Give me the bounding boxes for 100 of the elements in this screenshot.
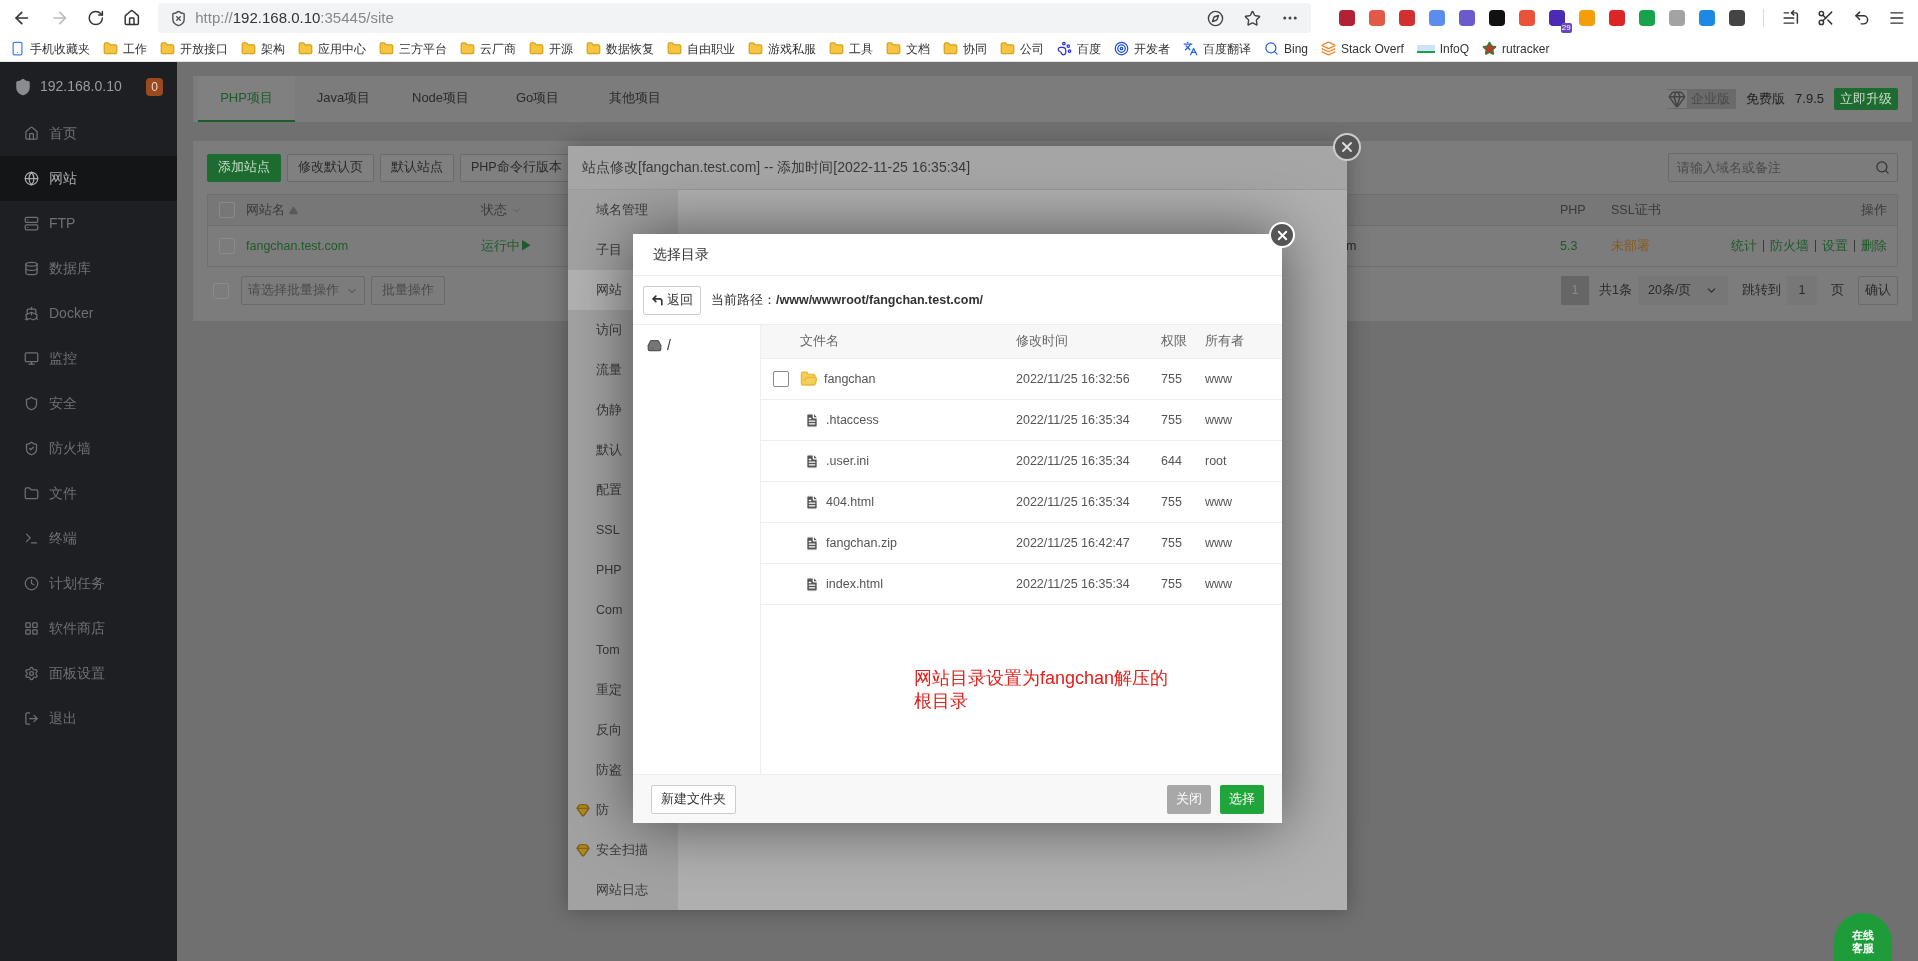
- upgrade-button[interactable]: 立即升级: [1834, 88, 1898, 110]
- bookmark-item[interactable]: 开放接口: [160, 39, 228, 58]
- sidebar-item[interactable]: 网站: [0, 156, 177, 201]
- page-size-select[interactable]: 20条/页: [1638, 276, 1728, 305]
- home-icon[interactable]: [122, 9, 141, 27]
- sidebar-item[interactable]: 面板设置: [0, 651, 177, 696]
- file-name[interactable]: .user.ini: [826, 451, 870, 471]
- bookmark-item[interactable]: InfoQ: [1416, 39, 1470, 58]
- sidebar-item[interactable]: 退出: [0, 696, 177, 741]
- project-tab[interactable]: Java项目: [295, 76, 392, 122]
- confirm-button[interactable]: 确认: [1858, 276, 1898, 305]
- extension-icon[interactable]: [1488, 10, 1505, 26]
- table-cell-text: 2022/11/25 16:35:34: [1016, 411, 1131, 429]
- toolbar-button[interactable]: 修改默认页: [287, 153, 374, 182]
- column-header[interactable]: 状态: [481, 200, 507, 220]
- file-name[interactable]: fangchan: [824, 369, 876, 389]
- sort-icon: [289, 205, 298, 215]
- file-name[interactable]: fangchan.zip: [826, 533, 897, 553]
- project-tab[interactable]: Node项目: [392, 76, 490, 122]
- folder-icon: [103, 41, 118, 56]
- back-button[interactable]: 返回: [643, 285, 701, 315]
- compass-icon[interactable]: [1206, 9, 1224, 27]
- toolbar-button[interactable]: 默认站点: [380, 153, 454, 182]
- logout-icon: [24, 711, 39, 726]
- drive-icon: [647, 338, 662, 353]
- bookmark-item[interactable]: 开源: [529, 39, 573, 58]
- file-name[interactable]: 404.html: [826, 492, 874, 512]
- page-input[interactable]: 1: [1787, 276, 1817, 305]
- sidebar-item[interactable]: FTP: [0, 201, 177, 246]
- project-tab[interactable]: Go项目: [489, 76, 587, 122]
- folder-icon: [829, 41, 844, 56]
- folder-icon: [298, 41, 313, 56]
- bookmark-item[interactable]: 架构: [241, 39, 285, 58]
- bookmark-item[interactable]: 公司: [1000, 39, 1044, 58]
- bookmark-item[interactable]: 三方平台: [379, 39, 447, 58]
- extension-badge: 29: [1560, 23, 1572, 33]
- tree-item[interactable]: /: [647, 335, 760, 356]
- notification-badge[interactable]: 0: [146, 77, 163, 96]
- undo-icon[interactable]: [1852, 9, 1871, 27]
- checkbox[interactable]: [772, 371, 789, 387]
- bookmark-item[interactable]: 自由职业: [667, 39, 735, 58]
- sidebar-item[interactable]: 防火墙: [0, 426, 177, 471]
- extension-icon[interactable]: [1548, 10, 1565, 26]
- bookmark-item[interactable]: 云厂商: [460, 39, 516, 58]
- bookmark-item[interactable]: 协同: [943, 39, 987, 58]
- bookmark-item[interactable]: 开发者: [1114, 39, 1170, 58]
- search-icon[interactable]: [1875, 160, 1890, 175]
- reload-icon[interactable]: [87, 9, 105, 27]
- bookmark-item[interactable]: 手机收藏夹: [10, 39, 90, 58]
- bookmark-item[interactable]: 百度: [1057, 39, 1101, 58]
- file-name[interactable]: .htaccess: [826, 410, 879, 430]
- sidebar-item[interactable]: 终端: [0, 516, 177, 561]
- bookmark-item[interactable]: Stack Overf: [1321, 39, 1404, 58]
- logo-icon: [14, 77, 32, 96]
- bookmark-item[interactable]: 工作: [103, 39, 147, 58]
- sidebar-item[interactable]: 计划任务: [0, 561, 177, 606]
- bookmark-item[interactable]: 工具: [829, 39, 873, 58]
- bookmark-item[interactable]: rutracker: [1482, 39, 1550, 58]
- bookmark-item[interactable]: 应用中心: [298, 39, 366, 58]
- sidebar-item[interactable]: 监控: [0, 336, 177, 381]
- table-cell-text: 2022/11/25 16:35:34: [1016, 575, 1131, 593]
- dialog-menu-item[interactable]: 域名管理: [568, 190, 678, 230]
- version-label: 7.9.5: [1795, 90, 1824, 109]
- folder-icon: [886, 41, 901, 56]
- favorites-icon[interactable]: [1781, 9, 1800, 27]
- toolbar-button[interactable]: 添加站点: [207, 153, 281, 182]
- extension-icon[interactable]: [1338, 10, 1355, 26]
- monitor-icon: [24, 351, 39, 366]
- sidebar-item[interactable]: Docker: [0, 291, 177, 336]
- bookmark-item[interactable]: 文档: [886, 39, 930, 58]
- bookmark-item[interactable]: 百度翻译: [1183, 39, 1251, 58]
- infoq-icon: [1416, 44, 1435, 53]
- dialog-button[interactable]: 选择: [1220, 784, 1264, 814]
- ship-icon: [24, 306, 39, 321]
- bookmark-item[interactable]: 游戏私服: [748, 39, 816, 58]
- sidebar-item[interactable]: 安全: [0, 381, 177, 426]
- bookmark-item[interactable]: 数据恢复: [586, 39, 654, 58]
- dialog-button[interactable]: 新建文件夹: [651, 784, 736, 814]
- server-address: 192.168.0.10: [40, 77, 123, 96]
- folder-icon: [24, 486, 39, 501]
- project-tab[interactable]: 其他项目: [586, 76, 684, 122]
- folder-icon: [241, 41, 256, 56]
- column-header: SSL证书: [1611, 202, 1661, 217]
- table-cell-text: 2022/11/25 16:35:34: [1016, 452, 1131, 470]
- column-header[interactable]: 网站名: [246, 200, 285, 220]
- sidebar-item[interactable]: 数据库: [0, 246, 177, 291]
- extension-icon[interactable]: [1728, 10, 1745, 26]
- sidebar-item[interactable]: 软件商店: [0, 606, 177, 651]
- sidebar-item[interactable]: 首页: [0, 111, 177, 156]
- bookmark-item[interactable]: Bing: [1264, 39, 1309, 58]
- dialog-button[interactable]: 关闭: [1167, 784, 1211, 814]
- file-name[interactable]: index.html: [826, 574, 883, 594]
- dialog-menu-item[interactable]: 网站日志: [568, 870, 678, 910]
- scissors-icon[interactable]: [1817, 9, 1835, 27]
- sidebar-item[interactable]: 文件: [0, 471, 177, 516]
- bookmark-star-icon[interactable]: [1243, 9, 1261, 27]
- dialog-menu-item[interactable]: 安全扫描: [568, 830, 678, 870]
- table-cell-text: 2022/11/25 16:42:47: [1016, 534, 1131, 552]
- address-bar[interactable]: http://192.168.0.10:35445/site: [158, 3, 1311, 33]
- folder-icon: [800, 370, 818, 388]
